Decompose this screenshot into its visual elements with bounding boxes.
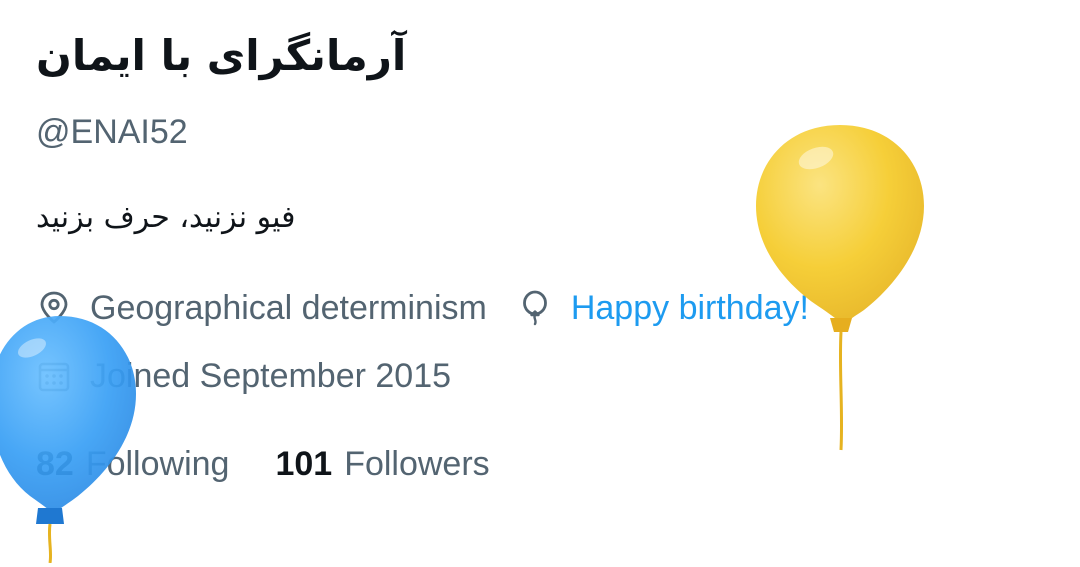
joined-text: Joined September 2015	[90, 357, 452, 395]
birthday-item: Happy birthday!	[517, 286, 809, 330]
location-text: Geographical determinism	[90, 289, 487, 327]
joined-item: Joined September 2015	[36, 354, 451, 398]
calendar-icon	[36, 358, 72, 394]
profile-meta-row: Geographical determinism Happy birthday!	[36, 286, 809, 330]
following-count: 82	[36, 445, 74, 483]
followers-count: 101	[275, 445, 333, 483]
location-item: Geographical determinism	[36, 286, 487, 330]
profile-header: آرمانگرای با ایمان @ENAI52 فیو نزنید، حر…	[36, 0, 1036, 563]
following-link[interactable]: 82 Following	[36, 442, 229, 486]
birthday-text: Happy birthday!	[570, 289, 809, 327]
following-label: Following	[85, 445, 230, 483]
bio: فیو نزنید، حرف بزنید	[36, 200, 296, 235]
followers-label: Followers	[344, 445, 490, 483]
follow-stats: 82 Following 101 Followers	[36, 442, 490, 486]
user-handle: @ENAI52	[36, 113, 188, 151]
profile-meta-row-joined: Joined September 2015	[36, 354, 451, 398]
balloon-icon	[517, 290, 553, 326]
display-name: آرمانگرای با ایمان	[36, 31, 407, 80]
location-pin-icon	[36, 290, 72, 326]
followers-link[interactable]: 101 Followers	[275, 442, 489, 486]
